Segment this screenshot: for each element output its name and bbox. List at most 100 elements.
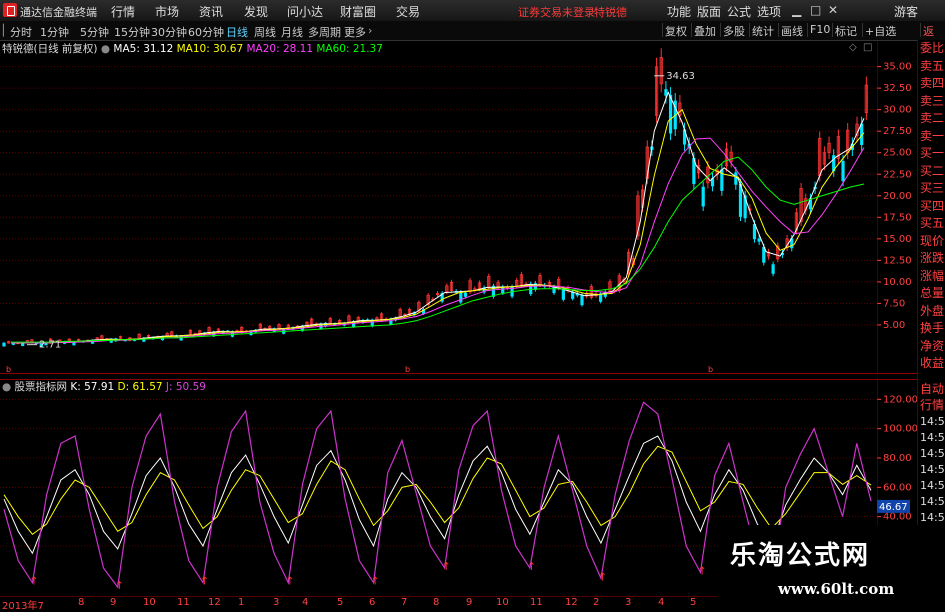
time-axis-label: 3 <box>625 597 632 608</box>
time-axis-label: 9 <box>466 597 473 608</box>
buy-signal-arrow: ↑ <box>285 575 294 588</box>
buy-signal-arrow: ↑ <box>200 575 209 588</box>
buy-signal-arrow: ↑ <box>598 570 607 583</box>
quote-field-label: 买四 <box>920 198 945 213</box>
time-axis-label: 12 <box>208 597 221 608</box>
kdj-tick-label: 40.00 <box>883 512 912 523</box>
period-more[interactable]: 更多 <box>344 24 366 40</box>
menu-banmian[interactable]: 版面 <box>697 3 721 20</box>
event-marker: b <box>405 365 410 373</box>
tick-time-label: 14:5 <box>920 447 945 460</box>
time-axis-label: 11 <box>177 597 190 608</box>
f10-button[interactable]: F10 <box>807 23 832 37</box>
period-weekly[interactable]: 周线 <box>254 24 276 40</box>
menu-hangqing[interactable]: 行情 <box>111 3 135 20</box>
period-1min[interactable]: 1分钟 <box>40 24 69 40</box>
app-logo-icon <box>3 3 17 17</box>
buy-signal-arrow: ↑ <box>115 579 124 592</box>
menu-gongneng[interactable]: 功能 <box>667 3 691 20</box>
quote-field-label: 买一 <box>920 146 945 160</box>
quote-field-label: 卖五 <box>920 58 945 73</box>
menu-caifuquan[interactable]: 财富圈 <box>340 3 376 20</box>
candle-body <box>463 292 468 297</box>
low-price-label: 2.71 <box>39 340 61 351</box>
window-restore-icon[interactable]: □ <box>810 3 821 17</box>
price-tick-label: 17.50 <box>883 212 912 223</box>
duogu-button[interactable]: 多股 <box>720 23 747 38</box>
kdj-tick-label: 80.00 <box>883 453 912 464</box>
candle-body <box>580 294 584 306</box>
candle-body <box>762 247 766 263</box>
time-axis-label: 7 <box>401 597 408 608</box>
tick-time-label: 14:5 <box>920 431 945 444</box>
watermark-name: 乐淘公式网 <box>730 541 871 571</box>
add-favorite-button[interactable]: +自选 <box>862 23 898 38</box>
period-fenshi[interactable]: 分时 <box>10 24 32 40</box>
buy-signal-arrow: ↑ <box>442 560 451 573</box>
period-60min[interactable]: 60分钟 <box>188 24 224 40</box>
period-15min[interactable]: 15分钟 <box>114 24 150 40</box>
huaxian-button[interactable]: 画线 <box>778 23 805 38</box>
menu-zixun[interactable]: 资讯 <box>199 3 223 20</box>
buy-signal-arrow: ↑ <box>29 575 38 588</box>
period-monthly[interactable]: 月线 <box>281 24 303 40</box>
quote-side-panel: 委比 卖五 卖四 卖三 卖二 卖一 买一 买二 买三 买四 买五 现价 涨跌 涨幅 总量 外盘 换手 净资 收益 自动… <box>917 40 945 600</box>
watermark-url: www.60lt.com <box>778 580 895 598</box>
time-axis-label: 8 <box>78 597 85 608</box>
window-minimize-icon[interactable]: ▁ <box>792 3 801 17</box>
current-value-label: 46.67 <box>879 502 908 513</box>
back-button[interactable]: 返 <box>920 23 936 38</box>
price-tick-label: 35.00 <box>883 62 912 73</box>
time-axis-label: 3 <box>273 597 280 608</box>
price-tick-label: 12.50 <box>883 255 912 266</box>
price-tick-label: 7.50 <box>883 298 905 309</box>
event-marker: b <box>708 365 713 373</box>
time-axis-label: 12 <box>565 597 578 608</box>
time-axis-label: 4 <box>302 597 309 608</box>
price-tick-label: 27.50 <box>883 126 912 137</box>
more-chevron-icon[interactable]: › <box>368 24 372 37</box>
time-axis-label: 5 <box>337 597 344 608</box>
quote-field-label: 卖二 <box>920 111 945 125</box>
diejia-button[interactable]: 叠加 <box>691 23 718 38</box>
tick-time-label: 14:5 <box>920 415 945 428</box>
candle-body <box>2 342 6 347</box>
candle-body <box>599 293 603 302</box>
kdj-tick-label: 100.00 <box>883 424 917 435</box>
period-toolbar: ▏ 分时 1分钟 5分钟 15分钟 30分钟 60分钟 日线 周线 月线 多周期… <box>0 21 945 41</box>
price-tick-label: 15.00 <box>883 234 912 245</box>
period-daily[interactable]: 日线 <box>226 24 248 40</box>
time-axis-label: 10 <box>496 597 509 608</box>
candle-body <box>459 291 463 303</box>
high-price-label: 34.63 <box>666 71 695 82</box>
time-axis-label: 8 <box>433 597 440 608</box>
fuquan-button[interactable]: 复权 <box>662 23 689 38</box>
login-status[interactable]: 证券交易未登录 <box>518 4 595 20</box>
price-tick-label: 10.00 <box>883 277 912 288</box>
biaoji-button[interactable]: 标记 <box>832 23 859 38</box>
menu-shichang[interactable]: 市场 <box>155 3 179 20</box>
quote-field-label: 净资 <box>920 338 945 353</box>
tick-time-label: 14:5 <box>920 463 945 476</box>
quote-field-label: 涨跌 <box>920 251 945 265</box>
quote-field-label: 买五 <box>920 216 945 230</box>
auto-quote-label: 自动 <box>920 382 945 396</box>
time-axis-label: 2 <box>593 597 600 608</box>
price-tick-label: 22.50 <box>883 169 912 180</box>
candle-body <box>771 264 775 274</box>
price-tick-label: 30.00 <box>883 105 912 116</box>
menu-wenxiaoda[interactable]: 问小达 <box>287 3 323 20</box>
title-bar: 通达信金融终端 行情 市场 资讯 发现 问小达 财富圈 交易 证券交易未登录 特… <box>0 0 945 22</box>
window-close-icon[interactable]: ✕ <box>828 3 838 17</box>
menu-faxian[interactable]: 发现 <box>244 3 268 20</box>
watermark: 乐淘公式网 www.60lt.com <box>718 525 945 609</box>
period-5min[interactable]: 5分钟 <box>80 24 109 40</box>
tongji-button[interactable]: 统计 <box>749 23 776 38</box>
menu-gongshi[interactable]: 公式 <box>727 3 751 20</box>
guest-label[interactable]: 游客 <box>894 3 918 20</box>
auto-quote-label: 行情 <box>920 398 945 412</box>
menu-jiaoyi[interactable]: 交易 <box>396 3 420 20</box>
period-multi[interactable]: 多周期 <box>308 24 341 40</box>
period-30min[interactable]: 30分钟 <box>151 24 187 40</box>
menu-xuanxiang[interactable]: 选项 <box>757 3 781 20</box>
